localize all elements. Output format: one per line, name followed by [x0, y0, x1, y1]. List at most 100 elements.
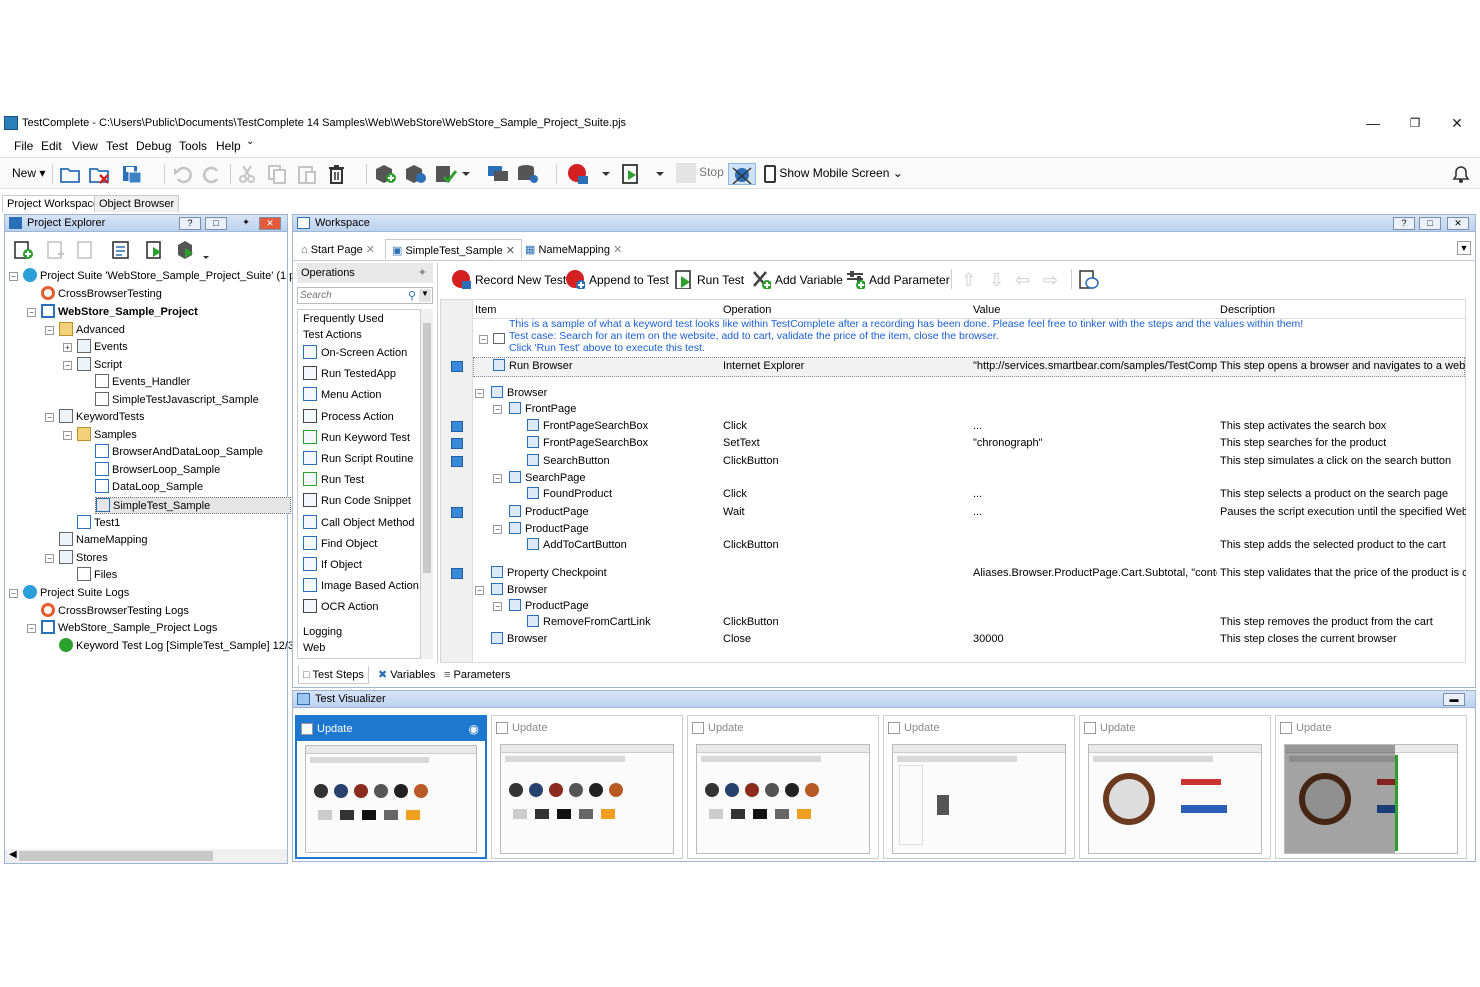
menu-overflow-icon[interactable]: ⌄: [246, 136, 254, 147]
open-folder-icon[interactable]: [59, 163, 81, 185]
tree-item-crossbrowser[interactable]: CrossBrowserTesting: [41, 286, 162, 303]
menu-tools[interactable]: Tools: [179, 139, 207, 153]
collapse-toggle[interactable]: −: [63, 361, 72, 370]
step-item[interactable]: SearchPage: [509, 470, 586, 487]
visualizer-thumbnail[interactable]: Update: [1079, 715, 1271, 859]
properties-icon[interactable]: [111, 239, 133, 261]
operation-item[interactable]: Run Test: [303, 470, 364, 490]
collapse-toggle[interactable]: −: [45, 554, 54, 563]
tree-item-test1[interactable]: Test1: [77, 515, 120, 532]
record-new-test-button[interactable]: Record New Test: [451, 269, 566, 291]
stop-button[interactable]: Stop: [676, 163, 724, 185]
operation-item[interactable]: Find Object: [303, 534, 377, 554]
show-mobile-screen-button[interactable]: Show Mobile Screen ⌄: [764, 165, 903, 187]
menu-file[interactable]: File: [14, 139, 33, 153]
close-panel-button[interactable]: ✕: [1447, 217, 1469, 230]
collapse-toggle[interactable]: −: [493, 602, 502, 611]
operation-item[interactable]: Run Keyword Test: [303, 428, 410, 448]
operations-scrollbar[interactable]: [421, 309, 433, 659]
close-tab-icon[interactable]: ✕: [366, 244, 375, 256]
help-button[interactable]: ?: [179, 217, 201, 230]
collapse-toggle[interactable]: −: [493, 474, 502, 483]
step-item[interactable]: ProductPage: [509, 598, 589, 615]
tree-item-stores[interactable]: Stores: [59, 550, 108, 567]
operation-item[interactable]: Run Code Snippet: [303, 491, 411, 511]
tree-item-browserloop[interactable]: BrowserLoop_Sample: [95, 462, 220, 479]
thumbnail-checkbox[interactable]: [888, 722, 900, 734]
search-dropdown-icon[interactable]: ▼: [419, 289, 431, 302]
pin-icon[interactable]: ✦: [418, 266, 427, 279]
operation-item[interactable]: Menu Action: [303, 385, 382, 405]
step-item[interactable]: ProductPage: [509, 504, 589, 521]
add-existing-icon[interactable]: [46, 239, 68, 261]
tree-item-keywordtests[interactable]: KeywordTests: [59, 409, 144, 426]
add-parameter-button[interactable]: Add Parameter: [845, 269, 950, 291]
tree-item-events[interactable]: Events: [77, 339, 128, 356]
tree-item-test-log[interactable]: Keyword Test Log [SimpleTest_Sample] 12/…: [59, 638, 309, 655]
operations-search[interactable]: ⚲ ▼: [297, 287, 433, 304]
collapse-toggle[interactable]: −: [45, 413, 54, 422]
save-all-icon[interactable]: [120, 163, 146, 185]
visualizer-thumbnail[interactable]: Update: [687, 715, 879, 859]
add-item-icon[interactable]: [13, 239, 35, 261]
screenshot-thumbnail-icon[interactable]: [443, 418, 471, 435]
column-header-operation[interactable]: Operation: [723, 302, 771, 319]
restore-button[interactable]: ❐: [1404, 113, 1426, 133]
eye-icon[interactable]: ◉: [469, 717, 479, 741]
minimize-panel-button[interactable]: ▬: [1443, 693, 1465, 706]
step-item[interactable]: Browser: [491, 631, 547, 648]
operations-section-web[interactable]: Web: [303, 638, 325, 658]
menu-help[interactable]: Help: [216, 139, 241, 153]
run-icon[interactable]: [620, 163, 668, 185]
minimize-button[interactable]: —: [1362, 113, 1384, 133]
operation-item[interactable]: Call Object Method: [303, 513, 415, 533]
remote-agent-icon[interactable]: [486, 163, 512, 185]
collapse-toggle[interactable]: −: [475, 389, 484, 398]
visualizer-thumbnail[interactable]: Update: [1275, 715, 1467, 859]
collapse-toggle[interactable]: −: [475, 586, 484, 595]
tab-object-browser[interactable]: Object Browser: [94, 195, 180, 212]
column-header-item[interactable]: Item: [475, 302, 496, 319]
column-header-description[interactable]: Description: [1220, 302, 1275, 319]
step-item[interactable]: FrontPageSearchBox: [527, 418, 648, 435]
add-item-icon[interactable]: [373, 163, 399, 185]
move-left-icon[interactable]: ⇦: [1015, 269, 1030, 291]
close-button[interactable]: ✕: [1446, 113, 1468, 133]
add-existing-item-icon[interactable]: [403, 163, 429, 185]
step-item[interactable]: FoundProduct: [527, 486, 612, 503]
thumbnail-checkbox[interactable]: [496, 722, 508, 734]
step-item[interactable]: RemoveFromCartLink: [527, 614, 651, 631]
tree-item-project-logs[interactable]: WebStore_Sample_Project Logs: [41, 620, 217, 637]
menu-view[interactable]: View: [72, 139, 98, 153]
close-tab-icon[interactable]: ✕: [613, 244, 622, 256]
add-variable-button[interactable]: Add Variable: [751, 269, 843, 291]
operation-item[interactable]: Run Script Routine: [303, 449, 413, 469]
maximize-panel-button[interactable]: □: [1419, 217, 1441, 230]
collapse-toggle[interactable]: −: [9, 589, 18, 598]
tree-item-samples[interactable]: Samples: [77, 427, 137, 444]
update-label[interactable]: Update: [708, 722, 743, 734]
paste-icon[interactable]: [296, 163, 318, 185]
notification-bell-icon[interactable]: [1450, 163, 1472, 185]
tab-test-steps[interactable]: □ Test Steps: [298, 666, 369, 684]
debug-toggle-icon[interactable]: [728, 163, 756, 185]
move-right-icon[interactable]: ⇨: [1043, 269, 1058, 291]
operation-item[interactable]: If Object: [303, 555, 362, 575]
operation-item[interactable]: Run TestedApp: [303, 364, 396, 384]
tree-item-project[interactable]: WebStore_Sample_Project: [41, 304, 198, 321]
step-item[interactable]: Browser: [491, 385, 547, 402]
scroll-thumb[interactable]: [19, 851, 213, 861]
collapse-toggle[interactable]: −: [45, 326, 54, 335]
screenshot-thumbnail-icon[interactable]: [443, 358, 471, 375]
update-label[interactable]: Update: [904, 722, 939, 734]
visualizer-thumbnail[interactable]: Update: [491, 715, 683, 859]
tree-item-namemapping[interactable]: NameMapping: [59, 532, 148, 549]
update-label[interactable]: Update: [1100, 722, 1135, 734]
menu-debug[interactable]: Debug: [136, 139, 171, 153]
tree-item-simpletest[interactable]: SimpleTest_Sample: [95, 497, 292, 514]
database-settings-icon[interactable]: [516, 163, 550, 185]
move-down-icon[interactable]: ⇩: [989, 269, 1004, 291]
help-button[interactable]: ?: [1393, 217, 1415, 230]
column-header-value[interactable]: Value: [973, 302, 1000, 319]
thumbnail-checkbox[interactable]: [301, 723, 313, 735]
